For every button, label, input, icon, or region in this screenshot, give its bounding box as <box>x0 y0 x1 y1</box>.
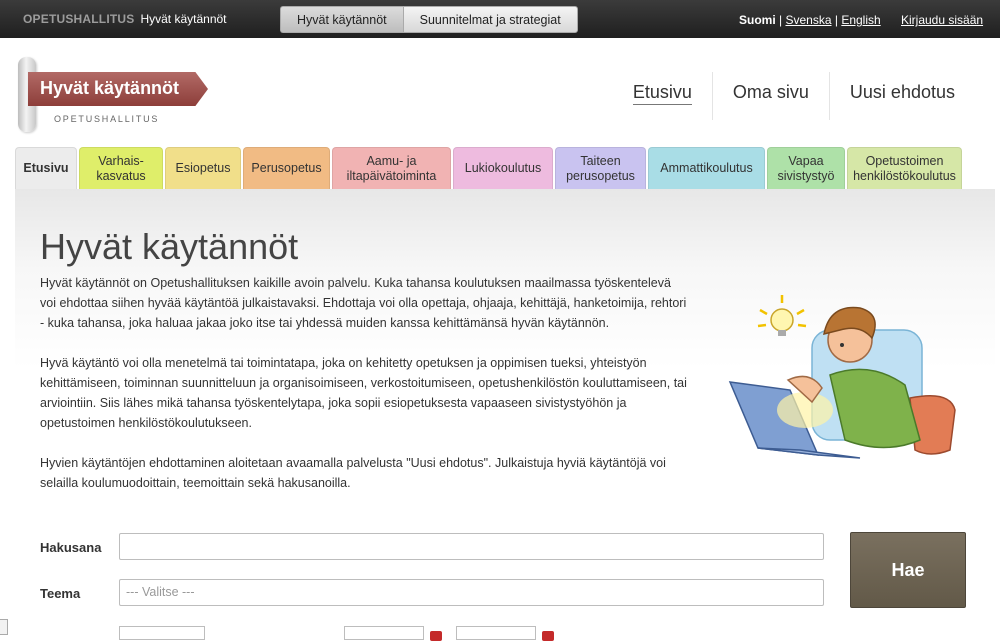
search-label: Hakusana <box>40 540 102 555</box>
tab-label: iltapäivätoiminta <box>346 168 437 183</box>
theme-select[interactable]: --- Valitse --- <box>119 579 824 606</box>
language-selector: Suomi | Svenska | English <box>739 13 881 27</box>
theme-label: Teema <box>40 586 81 601</box>
lang-svenska-link[interactable]: Svenska <box>785 13 831 27</box>
tab-aamu-ja-iltapaivatoiminta[interactable]: Aamu- ja iltapäivätoiminta <box>332 147 451 189</box>
tab-lukiokoulutus[interactable]: Lukiokoulutus <box>453 147 553 189</box>
person-laptop-illustration <box>728 295 956 459</box>
feedback-edge-tab[interactable] <box>0 619 8 635</box>
partial-select[interactable] <box>119 626 205 640</box>
main-nav-label: Etusivu <box>632 82 692 105</box>
search-input[interactable] <box>119 533 824 560</box>
partial-date-input[interactable] <box>456 626 536 640</box>
tab-label: sivistystyö <box>777 168 835 183</box>
top-service-name: Hyvät käytännöt <box>140 12 227 26</box>
tab-varhaiskasvatus[interactable]: Varhais-kasvatus <box>79 147 163 189</box>
tab-label: Varhais- <box>98 154 144 169</box>
main-nav-label: Oma sivu <box>732 82 809 102</box>
intro-paragraph: Hyvät käytännöt on Opetushallituksen kai… <box>40 276 687 330</box>
logo-subtitle: OPETUSHALLITUS <box>54 114 160 124</box>
login-link[interactable]: Kirjaudu sisään <box>901 13 983 27</box>
tab-label: Esiopetus <box>175 161 231 176</box>
tab-label: Vapaa <box>788 154 824 169</box>
calendar-icon[interactable] <box>542 631 554 641</box>
tab-label: kasvatus <box>96 168 146 183</box>
top-org-name: OPETUSHALLITUS <box>23 12 135 26</box>
tab-label: perusopetus <box>566 168 635 183</box>
tab-label: Opetustoimen <box>865 154 944 169</box>
lang-separator: | <box>779 13 783 27</box>
tab-label: Perusopetus <box>251 161 322 176</box>
top-nav-suunnitelmat[interactable]: Suunnitelmat ja strategiat <box>402 6 578 33</box>
partial-date-input[interactable] <box>344 626 424 640</box>
lang-separator: | <box>834 13 838 27</box>
main-nav-label: Uusi ehdotus <box>849 82 955 102</box>
top-bar: OPETUSHALLITUS Hyvät käytännöt Hyvät käyt… <box>0 0 1000 38</box>
calendar-icon[interactable] <box>430 631 442 641</box>
tab-perusopetus[interactable]: Perusopetus <box>243 147 330 189</box>
top-service-switcher: Hyvät käytännöt Suunnitelmat ja strategi… <box>280 6 578 33</box>
tab-label: Aamu- ja <box>366 154 417 169</box>
tab-label: Ammattikoulutus <box>660 161 753 176</box>
main-nav: Etusivu Oma sivu Uusi ehdotus <box>613 72 975 120</box>
top-brand: OPETUSHALLITUS Hyvät käytännöt <box>23 12 227 26</box>
tab-etusivu[interactable]: Etusivu <box>15 147 77 189</box>
main-nav-uusi-ehdotus[interactable]: Uusi ehdotus <box>828 72 975 120</box>
main-nav-oma-sivu[interactable]: Oma sivu <box>711 72 829 120</box>
logo-title[interactable]: Hyvät käytännöt <box>40 78 179 99</box>
lang-current: Suomi <box>739 13 776 27</box>
tab-label: Lukiokoulutus <box>464 161 542 176</box>
search-button[interactable]: Hae <box>850 532 966 608</box>
tab-esiopetus[interactable]: Esiopetus <box>165 147 241 189</box>
top-nav-hyvat-kaytannot[interactable]: Hyvät käytännöt <box>280 6 403 33</box>
tab-label: henkilöstökoulutus <box>853 168 956 183</box>
lang-english-link[interactable]: English <box>841 13 880 27</box>
tab-vapaa-sivistystyo[interactable]: Vapaa sivistystyö <box>767 147 845 189</box>
page-title: Hyvät käytännöt <box>40 226 299 267</box>
tab-label: Etusivu <box>23 161 69 176</box>
tab-opetustoimen-henkilostokoulutus[interactable]: Opetustoimen henkilöstökoulutus <box>847 147 962 189</box>
instructions-paragraph: Hyvien käytäntöjen ehdottaminen aloiteta… <box>40 456 666 490</box>
tab-label: Taiteen <box>580 154 621 169</box>
definition-paragraph: Hyvä käytäntö voi olla menetelmä tai toi… <box>40 356 687 430</box>
tab-ammattikoulutus[interactable]: Ammattikoulutus <box>648 147 765 189</box>
tab-taiteen-perusopetus[interactable]: Taiteen perusopetus <box>555 147 646 189</box>
main-nav-etusivu[interactable]: Etusivu <box>613 72 712 120</box>
